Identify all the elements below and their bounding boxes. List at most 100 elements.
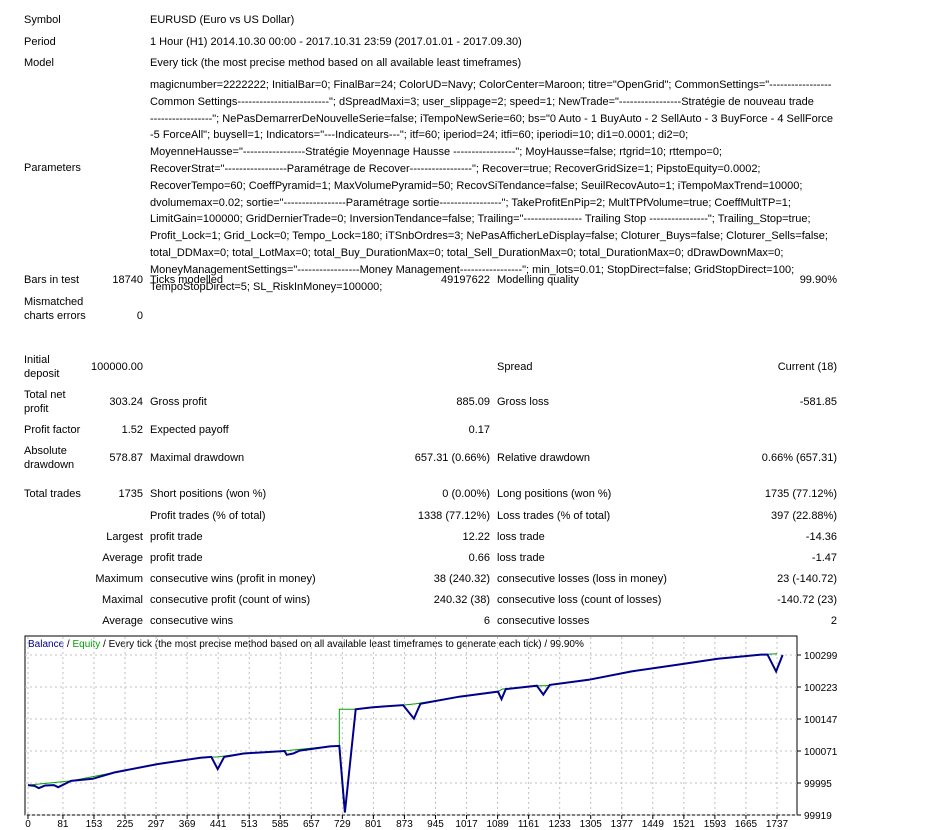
- dd-row: Absolute drawdown 578.87 Maximal drawdow…: [0, 444, 945, 474]
- parameters-line: magicnumber=2222222; InitialBar=0; Final…: [150, 79, 832, 91]
- svg-text:Balance / Equity / Every tick: Balance / Equity / Every tick (the most …: [28, 639, 584, 650]
- x-tick-label: 1377: [611, 819, 634, 830]
- gross-loss-label: Gross loss: [497, 396, 549, 408]
- symbol-row: Symbol EURUSD (Euro vs US Dollar): [0, 12, 945, 28]
- max-dd-value: 657.31 (0.66%): [414, 452, 490, 464]
- maxl-loss-value: -140.72 (23): [777, 594, 837, 606]
- x-tick-label: 441: [210, 819, 227, 830]
- gross-profit-label: Gross profit: [150, 396, 207, 408]
- rel-dd-label: Relative drawdown: [497, 452, 590, 464]
- x-tick-label: 81: [57, 819, 69, 830]
- x-tick-label: 1665: [735, 819, 758, 830]
- ep-value: 0.17: [468, 424, 490, 436]
- x-tick-label: 513: [241, 819, 258, 830]
- x-tick-label: 657: [303, 819, 320, 830]
- x-tick-label: 0: [25, 819, 31, 830]
- parameters-line: Common Settings-------------------------…: [150, 95, 814, 108]
- avg-profit-value: 0.66: [468, 552, 490, 564]
- avg-losses-value: 2: [830, 615, 837, 627]
- x-tick-label: 1521: [673, 819, 696, 830]
- average2-label: Average: [102, 615, 143, 627]
- spread-label: Spread: [497, 361, 533, 373]
- mismatch-row: Mismatched charts errors 0: [0, 295, 945, 340]
- maxl-loss-label: consecutive loss (count of losses): [497, 594, 662, 606]
- x-tick-label: 945: [427, 819, 444, 830]
- x-tick-label: 297: [148, 819, 165, 830]
- period-row: Period 1 Hour (H1) 2014.10.30 00:00 - 20…: [0, 34, 945, 50]
- symbol-label: Symbol: [24, 14, 61, 26]
- pf-value: 1.52: [121, 424, 143, 436]
- maximum-label: Maximum: [95, 573, 143, 585]
- x-tick-label: 1017: [455, 819, 478, 830]
- y-tick-label: 99919: [804, 811, 832, 822]
- x-tick-label: 225: [117, 819, 134, 830]
- trades-row: Total trades 1735 Short positions (won %…: [0, 486, 945, 502]
- quality-value: 99.90%: [799, 274, 837, 286]
- largest-row: Largest profit trade 12.22 loss trade -1…: [0, 529, 945, 545]
- trades-value: 1735: [118, 488, 143, 500]
- maxl-profit-value: 240.32 (38): [433, 594, 490, 606]
- x-tick-label: 1305: [580, 819, 603, 830]
- y-tick-label: 100299: [804, 651, 838, 662]
- y-tick-label: 100223: [804, 683, 838, 694]
- parameters-label: Parameters: [24, 162, 81, 174]
- loss-trades-value: 397 (22.88%): [770, 510, 837, 522]
- balance-equity-chart: Balance / Equity / Every tick (the most …: [24, 635, 838, 830]
- bars-row: Bars in test 18740 Ticks modelled 491976…: [0, 272, 945, 288]
- net-value: 303.24: [109, 396, 143, 408]
- legend-balance: Balance: [28, 639, 65, 650]
- legend-desc: Every tick (the most precise method base…: [109, 639, 542, 650]
- legend-sep: /: [100, 639, 108, 650]
- max-losses-value: 23 (-140.72): [777, 573, 837, 585]
- model-row: Model Every tick (the most precise metho…: [0, 55, 945, 71]
- avg-wins-label: consecutive wins: [150, 615, 234, 627]
- x-tick-label: 1233: [549, 819, 572, 830]
- gross-loss-value: -581.85: [799, 396, 837, 408]
- parameters-line: RecoverTempo=60; CoeffPyramid=1; MaxVolu…: [150, 179, 803, 192]
- average-row: Average profit trade 0.66 loss trade -1.…: [0, 550, 945, 566]
- x-tick-label: 1161: [518, 819, 540, 830]
- bars-label: Bars in test: [24, 274, 80, 286]
- y-tick-label: 100147: [804, 715, 838, 726]
- x-tick-label: 585: [272, 819, 289, 830]
- x-tick-label: 1449: [642, 819, 665, 830]
- x-tick-label: 801: [365, 819, 382, 830]
- x-tick-label: 729: [334, 819, 351, 830]
- short-label: Short positions (won %): [150, 488, 267, 500]
- symbol-value: EURUSD (Euro vs US Dollar): [150, 14, 295, 26]
- parameters-line: RecoverStrat="-----------------Paramétra…: [150, 162, 761, 175]
- ep-label: Expected payoff: [150, 424, 229, 436]
- net-label: Total net profit: [24, 389, 66, 415]
- pf-label: Profit factor: [24, 424, 81, 436]
- maximal-row: Maximal consecutive profit (count of win…: [0, 592, 945, 608]
- y-tick-label: 100071: [804, 747, 838, 758]
- largest-label: Largest: [106, 531, 143, 543]
- avg-wins-value: 6: [483, 615, 490, 627]
- profit-trades-value: 1338 (77.12%): [417, 510, 490, 522]
- model-label: Model: [24, 57, 54, 69]
- model-value: Every tick (the most precise method base…: [150, 57, 522, 69]
- largest-loss-value: -14.36: [805, 531, 837, 543]
- largest-profit-value: 12.22: [462, 531, 490, 543]
- ticks-label: Ticks modelled: [150, 274, 223, 286]
- max-losses-label: consecutive losses (loss in money): [497, 573, 667, 585]
- avg-loss-value: -1.47: [811, 552, 837, 564]
- period-label: Period: [24, 36, 56, 48]
- x-tick-label: 153: [86, 819, 103, 830]
- deposit-label: Initial deposit: [24, 354, 60, 380]
- abs-dd-value: 578.87: [109, 452, 143, 464]
- parameters-line: dvolumemax=0.02; sortie="---------------…: [150, 196, 791, 209]
- x-tick-label: 1089: [486, 819, 509, 830]
- parameters-line: Profit_Lock=1; Grid_Lock=0; Tempo_Lock=1…: [150, 230, 828, 243]
- avg-losses-label: consecutive losses: [497, 615, 590, 627]
- pf-row: Profit factor 1.52 Expected payoff 0.17: [0, 422, 945, 438]
- average-label: Average: [102, 552, 143, 564]
- parameters-line: MoyenneHausse="-----------------Stratégi…: [150, 146, 722, 159]
- parameters-line: -5 ForceAll"; buysell=1; Indicators="---…: [150, 129, 689, 142]
- net-row: Total net profit 303.24 Gross profit 885…: [0, 388, 945, 418]
- maxl-profit-label: consecutive profit (count of wins): [150, 594, 311, 606]
- mismatch-value: 0: [136, 310, 143, 322]
- rel-dd-value: 0.66% (657.31): [761, 452, 837, 464]
- loss-trades-label: Loss trades (% of total): [497, 510, 611, 522]
- parameters-line: total_DDMax=0; total_LotMax=0; total_Buy…: [150, 246, 784, 259]
